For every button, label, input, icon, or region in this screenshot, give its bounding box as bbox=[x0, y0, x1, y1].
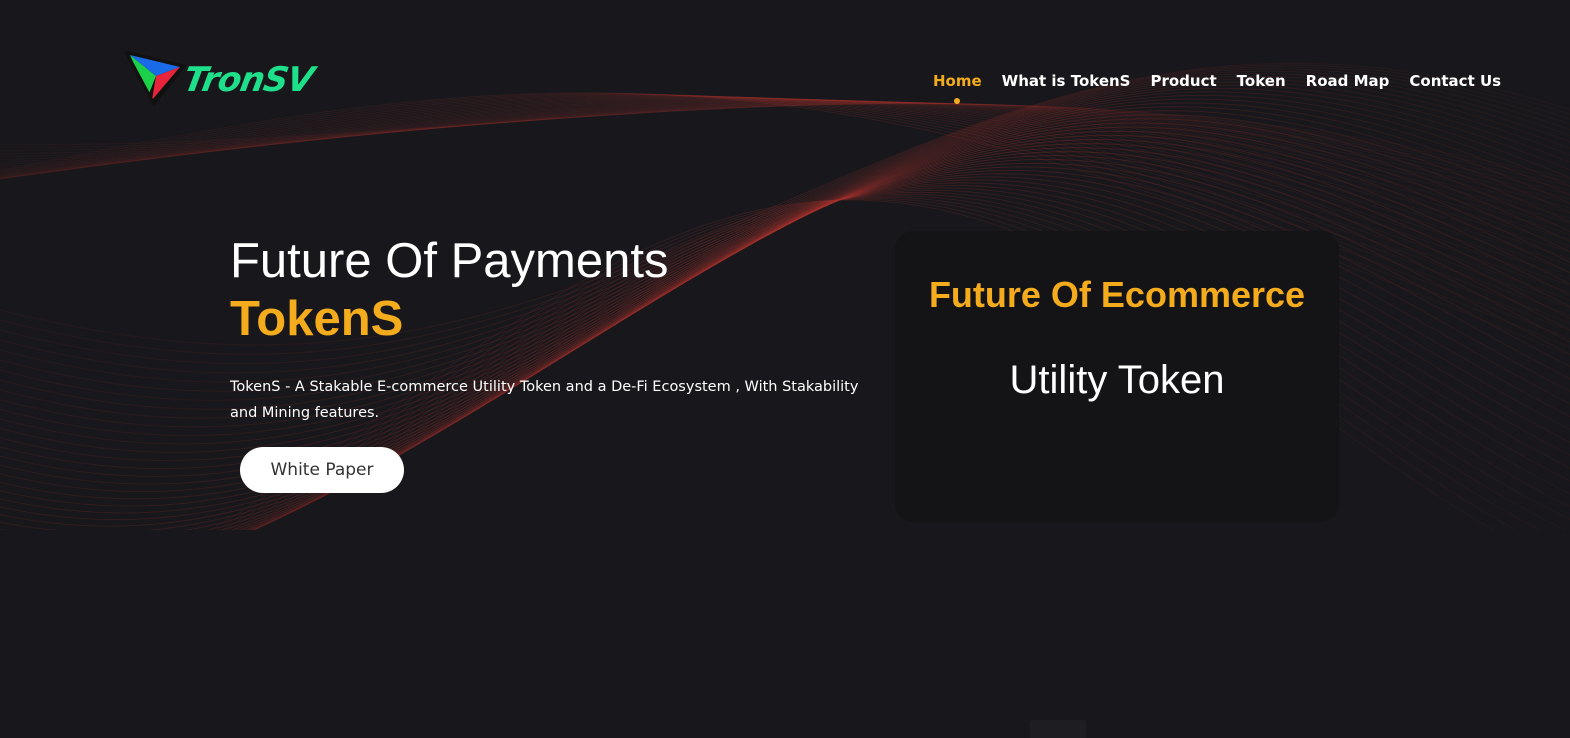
logo-wordmark: TronSV bbox=[180, 60, 317, 100]
nav-item-label: Road Map bbox=[1305, 72, 1390, 90]
nav-item-label: Product bbox=[1150, 72, 1217, 90]
nav-item-product[interactable]: Product bbox=[1150, 70, 1216, 92]
nav-item-label: Home bbox=[933, 72, 982, 90]
site-logo[interactable]: TronSV bbox=[124, 46, 316, 110]
active-indicator-dot bbox=[954, 98, 961, 104]
main-nav: Home What is TokenS Product Token Road M… bbox=[933, 70, 1501, 104]
nav-item-label: Token bbox=[1236, 72, 1286, 90]
white-paper-button[interactable]: White Paper bbox=[240, 447, 404, 493]
nav-item-label: Contact Us bbox=[1409, 72, 1502, 90]
hero-title: Future Of Payments bbox=[230, 234, 669, 288]
hero-brand-name: TokenS bbox=[230, 292, 404, 346]
nav-item-token[interactable]: Token bbox=[1237, 70, 1286, 92]
card-title: Future Of Ecommerce bbox=[928, 274, 1306, 315]
tricolor-triangle-logo-icon bbox=[124, 50, 187, 107]
nav-item-label: What is TokenS bbox=[1001, 72, 1131, 90]
scroll-to-top-tab[interactable] bbox=[1030, 720, 1086, 738]
site-header: TronSV Home What is TokenS Product Token… bbox=[0, 0, 1570, 130]
nav-item-contact-us[interactable]: Contact Us bbox=[1409, 70, 1501, 92]
nav-item-home[interactable]: Home bbox=[933, 70, 982, 104]
nav-item-road-map[interactable]: Road Map bbox=[1306, 70, 1390, 92]
nav-item-what-is-tokens[interactable]: What is TokenS bbox=[1002, 70, 1131, 92]
hero-section: Future Of Payments TokenS TokenS - A Sta… bbox=[230, 232, 870, 441]
hero-description: TokenS - A Stakable E-commerce Utility T… bbox=[230, 379, 859, 421]
card-subtitle: Utility Token bbox=[1009, 358, 1225, 402]
feature-card: Future Of Ecommerce Utility Token bbox=[895, 231, 1339, 522]
